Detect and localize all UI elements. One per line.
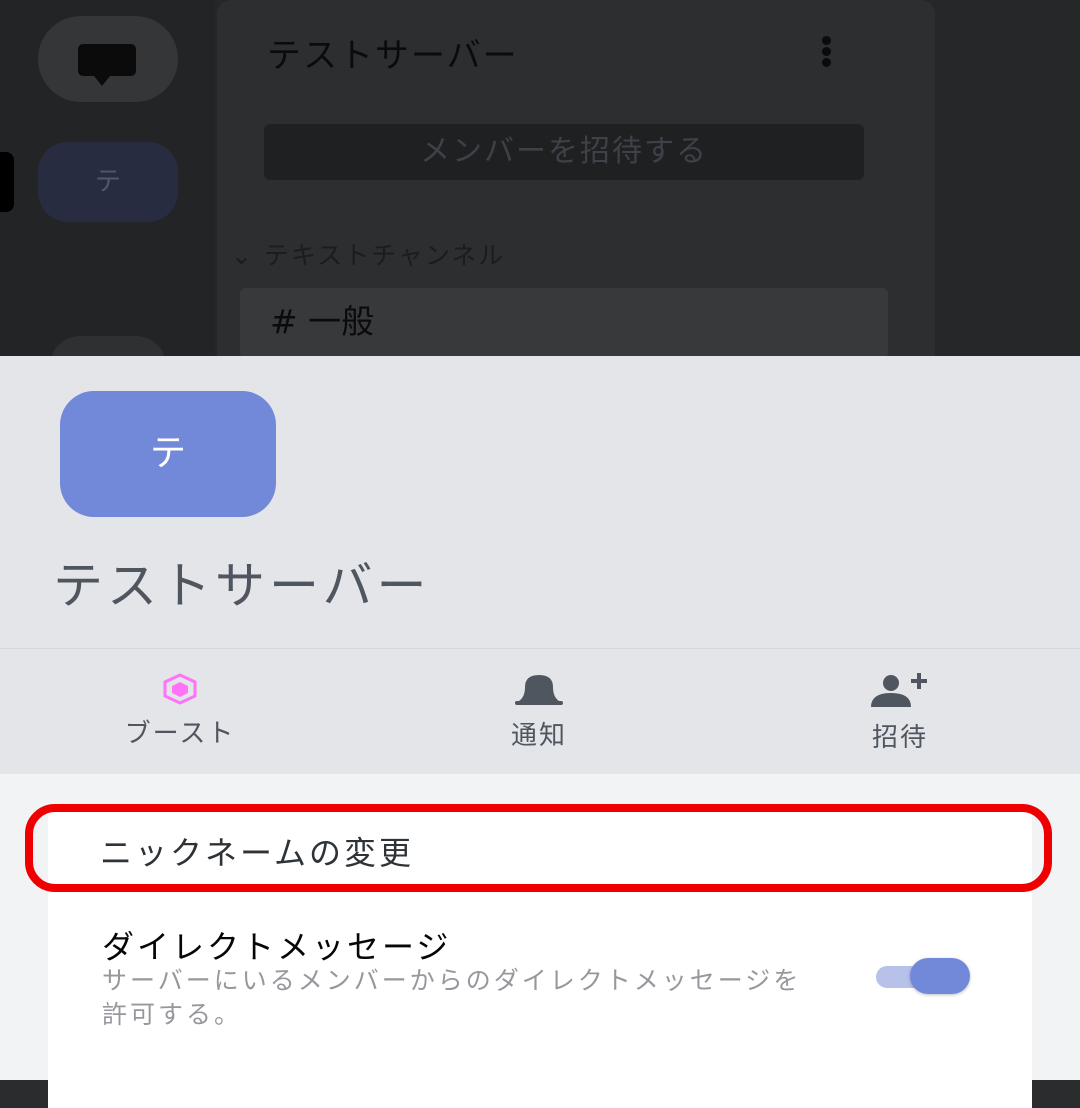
boost-icon (163, 673, 197, 705)
server-title[interactable]: テストサーバー (267, 28, 519, 77)
invite-button[interactable]: 招待 (800, 673, 1000, 754)
category-label: テキストチャンネル (263, 241, 506, 270)
chat-bubble-icon (78, 44, 136, 86)
add-member-icon (871, 673, 927, 707)
highlight-annotation (25, 804, 1052, 892)
server-sheet-header: テ テストサーバー (0, 356, 1080, 648)
direct-messages-title: ダイレクトメッセージ (102, 928, 452, 966)
more-options-icon[interactable] (820, 36, 834, 67)
channel-category[interactable]: ⌄ テキストチャンネル (231, 236, 505, 272)
notifications-button[interactable]: 通知 (439, 673, 639, 752)
chevron-down-icon: ⌄ (231, 241, 264, 270)
hash-icon: # (270, 302, 298, 341)
selected-server-indicator (0, 152, 14, 212)
direct-messages-description: サーバーにいるメンバーからのダイレクトメッセージを許可する。 (102, 966, 802, 1029)
direct-messages-button[interactable] (38, 16, 178, 102)
bell-icon (515, 675, 563, 705)
channel-list-panel: テストサーバー メンバーを招待する ⌄ テキストチャンネル # 一般 (217, 0, 935, 356)
boost-button[interactable]: ブースト (80, 673, 280, 750)
invite-members-button[interactable]: メンバーを招待する (264, 124, 864, 180)
member-list-edge (935, 0, 1080, 356)
boost-label: ブースト (124, 719, 236, 749)
notifications-label: 通知 (510, 721, 567, 751)
server-icon-rail[interactable]: テ (38, 142, 178, 222)
toggle-knob[interactable] (910, 958, 970, 994)
server-actions-row: ブースト 通知 招待 (0, 648, 1080, 774)
channel-item-general[interactable]: # 一般 (240, 288, 888, 356)
server-name: テストサーバー (53, 557, 431, 615)
channel-name: 一般 (308, 302, 375, 341)
server-rail: テ (0, 0, 215, 356)
server-icon: テ (60, 391, 276, 517)
server-icon-rail-2[interactable] (50, 336, 166, 356)
background-app: テ テストサーバー メンバーを招待する ⌄ テキストチャンネル # 一般 (0, 0, 1080, 356)
invite-label: 招待 (871, 723, 928, 753)
